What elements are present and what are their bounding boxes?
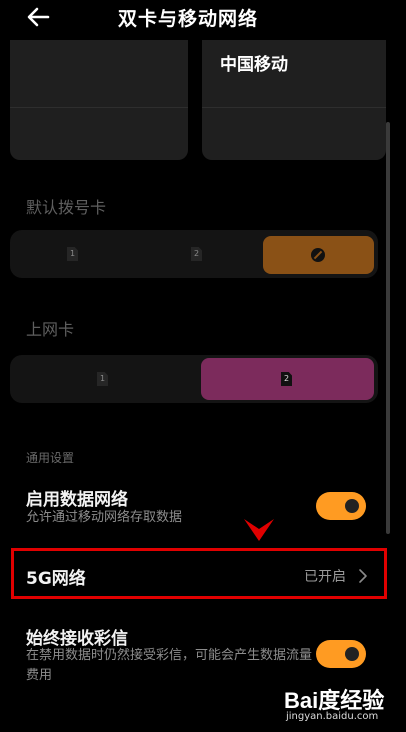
sim2-card[interactable]: 中国移动 (202, 40, 386, 160)
back-arrow-icon (27, 7, 50, 27)
data-sim-title: 上网卡 (26, 320, 75, 339)
enable-data-title: 启用数据网络 (26, 490, 128, 510)
sim1-card[interactable] (10, 40, 188, 160)
baidu-jingyan-watermark: Bai度经验 jingyan.baidu.com (280, 683, 400, 729)
default-dial-option-none[interactable] (263, 236, 374, 274)
data-sim-option-sim1[interactable]: 1 (10, 355, 196, 403)
no-default-icon (311, 248, 325, 262)
annotation-arrow-icon (244, 519, 274, 541)
data-sim-option-sim2[interactable]: 2 (201, 358, 374, 400)
top-bar: 双卡与移动网络 (0, 0, 406, 38)
sim2-chip-icon: 2 (281, 372, 292, 386)
data-sim-selector: 1 2 (10, 355, 378, 403)
sim2-divider (202, 107, 386, 108)
default-dial-option-sim2[interactable]: 2 (134, 230, 260, 278)
page-title: 双卡与移动网络 (118, 8, 259, 30)
sim1-chip-icon: 1 (67, 247, 78, 261)
sim1-chip-icon: 1 (97, 372, 108, 386)
default-dial-option-sim1[interactable]: 1 (10, 230, 134, 278)
watermark-url: jingyan.baidu.com (286, 711, 379, 722)
sim2-chip-icon: 2 (191, 247, 202, 261)
network-5g-status: 已开启 (304, 569, 346, 585)
always-mms-toggle[interactable] (316, 640, 366, 668)
network-5g-row[interactable]: 5G网络 已开启 (14, 550, 386, 600)
scrollbar[interactable] (386, 122, 390, 534)
chevron-right-icon (359, 569, 367, 583)
sim1-divider (10, 107, 188, 108)
enable-data-toggle[interactable] (316, 492, 366, 520)
always-mms-description: 在禁用数据时仍然接受彩信，可能会产生数据流量费用 (26, 648, 313, 683)
toggle-knob (345, 499, 359, 513)
sim2-name: 中国移动 (220, 55, 288, 75)
default-dial-title: 默认拨号卡 (26, 198, 107, 217)
network-5g-title: 5G网络 (26, 569, 86, 589)
default-dial-selector: 1 2 (10, 230, 378, 278)
toggle-knob (345, 647, 359, 661)
back-button[interactable] (22, 2, 54, 32)
general-settings-label: 通用设置 (26, 451, 75, 465)
